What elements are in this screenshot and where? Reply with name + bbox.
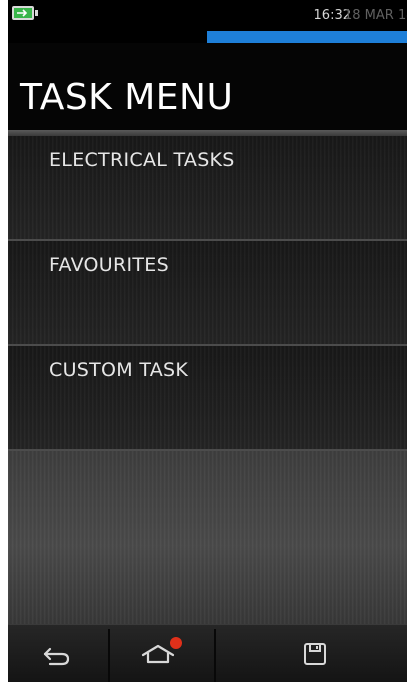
progress-fill	[207, 31, 407, 43]
status-bar: 16:32 18 MAR 14	[8, 0, 407, 31]
device-screen: 16:32 18 MAR 14 TASK MENU ELECTRICAL TAS…	[8, 0, 407, 682]
battery-charging-icon	[12, 6, 38, 20]
bottom-nav-bar	[8, 624, 407, 682]
menu-item-label: CUSTOM TASK	[49, 359, 189, 381]
page-title: TASK MENU	[20, 77, 234, 118]
menu-item-label: ELECTRICAL TASKS	[49, 149, 235, 171]
back-button[interactable]	[8, 625, 108, 682]
menu-item-label: FAVOURITES	[49, 254, 169, 276]
notification-dot	[170, 637, 182, 649]
back-arrow-icon	[43, 647, 70, 666]
menu-item-custom-task[interactable]: CUSTOM TASK	[8, 346, 407, 451]
status-date: 18 MAR 14	[344, 8, 407, 23]
menu-item-electrical-tasks[interactable]: ELECTRICAL TASKS	[8, 136, 407, 241]
save-icon	[304, 643, 326, 665]
save-button[interactable]	[216, 625, 407, 682]
menu-item-favourites[interactable]: FAVOURITES	[8, 241, 407, 346]
progress-bar	[8, 31, 407, 43]
home-button[interactable]	[110, 625, 214, 682]
